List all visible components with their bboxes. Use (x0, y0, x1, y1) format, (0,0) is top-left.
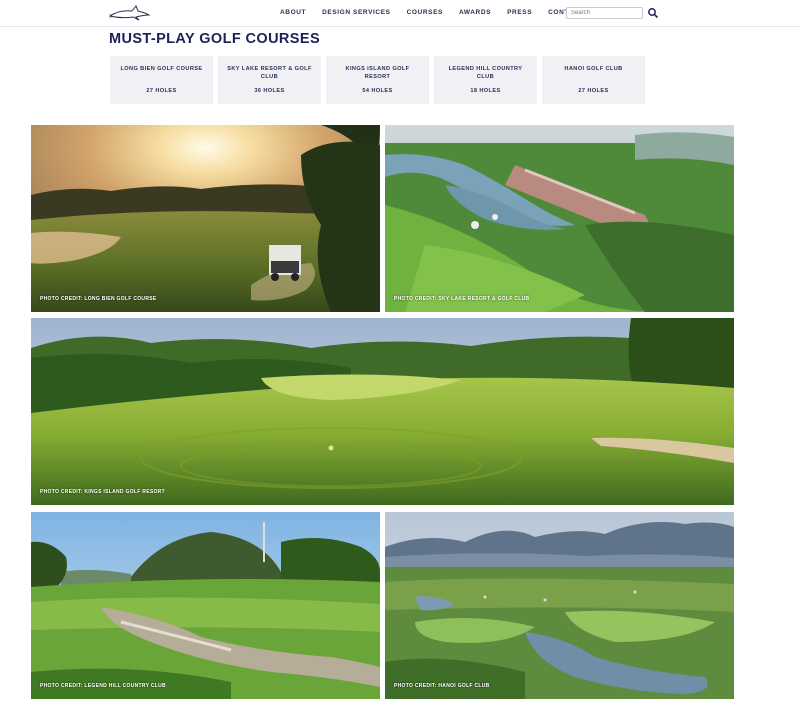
nav-courses[interactable]: COURSES (407, 9, 443, 16)
brand-logo[interactable] (108, 4, 150, 21)
photo-long-bien: PHOTO CREDIT: LONG BIEN GOLF COURSE (31, 125, 380, 312)
search-input[interactable] (566, 7, 643, 19)
nav-about[interactable]: ABOUT (280, 9, 306, 16)
course-holes: 27 HOLES (578, 88, 609, 94)
course-holes: 27 HOLES (146, 88, 177, 94)
course-name: LONG BIEN GOLF COURSE (120, 66, 203, 72)
main-nav: ABOUT DESIGN SERVICES COURSES AWARDS PRE… (280, 9, 600, 16)
page-title: MUST-PLAY GOLF COURSES (109, 31, 321, 47)
course-card-hanoi[interactable]: HANOI GOLF CLUB 27 HOLES (542, 56, 645, 104)
photo-credit: PHOTO CREDIT: SKY LAKE RESORT & GOLF CLU… (394, 296, 530, 302)
photo-credit: PHOTO CREDIT: HANOI GOLF CLUB (394, 683, 490, 689)
nav-press[interactable]: PRESS (507, 9, 532, 16)
course-holes: 18 HOLES (470, 88, 501, 94)
photo-sky-lake: PHOTO CREDIT: SKY LAKE RESORT & GOLF CLU… (385, 125, 734, 312)
nav-awards[interactable]: AWARDS (459, 9, 491, 16)
course-name: HANOI GOLF CLUB (564, 66, 623, 72)
photo-credit: PHOTO CREDIT: KINGS ISLAND GOLF RESORT (40, 489, 165, 495)
course-card-kings-island[interactable]: KINGS ISLAND GOLF RESORT 54 HOLES (326, 56, 429, 104)
nav-design-services[interactable]: DESIGN SERVICES (322, 9, 390, 16)
course-card-legend-hill[interactable]: LEGEND HILL COUNTRY CLUB 18 HOLES (434, 56, 537, 104)
course-card-sky-lake[interactable]: SKY LAKE RESORT & GOLF CLUB 36 HOLES (218, 56, 321, 104)
course-holes: 54 HOLES (362, 88, 393, 94)
photo-hanoi: PHOTO CREDIT: HANOI GOLF CLUB (385, 512, 734, 699)
photo-credit: PHOTO CREDIT: LONG BIEN GOLF COURSE (40, 296, 157, 302)
course-cards: LONG BIEN GOLF COURSE 27 HOLES SKY LAKE … (110, 56, 645, 104)
course-card-long-bien[interactable]: LONG BIEN GOLF COURSE 27 HOLES (110, 56, 213, 104)
photo-kings-island: PHOTO CREDIT: KINGS ISLAND GOLF RESORT (31, 318, 734, 505)
photo-credit: PHOTO CREDIT: LEGEND HILL COUNTRY CLUB (40, 683, 166, 689)
course-holes: 36 HOLES (254, 88, 285, 94)
course-name: SKY LAKE RESORT & GOLF CLUB (227, 66, 312, 80)
site-header: ABOUT DESIGN SERVICES COURSES AWARDS PRE… (0, 0, 800, 27)
photo-legend-hill: PHOTO CREDIT: LEGEND HILL COUNTRY CLUB (31, 512, 380, 699)
course-name: KINGS ISLAND GOLF RESORT (345, 66, 410, 80)
course-name: LEGEND HILL COUNTRY CLUB (448, 66, 523, 80)
search-icon[interactable] (647, 7, 659, 19)
